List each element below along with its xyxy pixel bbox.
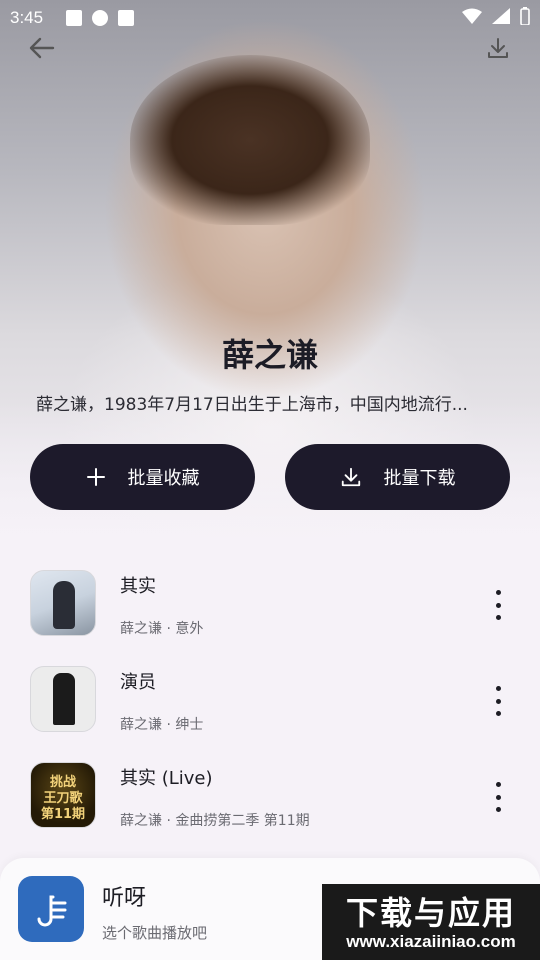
- plus-icon: [86, 468, 105, 486]
- watermark: 下载与应用 www.xiazaiiniao.com: [322, 884, 540, 960]
- song-item[interactable]: 挑战 王刀歌 第11期 其实 (Live) 薛之谦 · 金曲捞第二季 第11期: [0, 762, 540, 842]
- more-options-button[interactable]: [486, 590, 510, 620]
- player-subtitle: 选个歌曲播放吧: [102, 924, 208, 942]
- song-title: 其实 (Live): [120, 768, 213, 789]
- more-vert-icon: [495, 686, 501, 691]
- song-subtitle: 薛之谦 · 意外: [120, 621, 204, 637]
- signal-icon: [492, 8, 510, 24]
- music-note-icon: [37, 895, 67, 927]
- song-cover: [30, 570, 96, 636]
- download-icon: [488, 38, 508, 58]
- batch-favorite-label: 批量收藏: [127, 468, 200, 489]
- arrow-left-icon: [29, 37, 55, 59]
- watermark-line1: 下载与应用: [345, 894, 516, 932]
- more-options-button[interactable]: [486, 782, 510, 812]
- a-notification-icon: [118, 10, 134, 26]
- cover-text: 挑战 王刀歌 第11期: [40, 775, 86, 822]
- back-button[interactable]: [24, 30, 60, 66]
- artist-bio[interactable]: 薛之谦，1983年7月17日出生于上海市，中国内地流行...: [36, 390, 506, 415]
- song-subtitle: 薛之谦 · 金曲捞第二季 第11期: [120, 813, 310, 829]
- app-logo-icon: [18, 876, 84, 942]
- batch-download-button[interactable]: 批量下载: [285, 444, 510, 510]
- status-bar: 3:45: [0, 0, 540, 36]
- image-notification-icon: [66, 10, 82, 26]
- download-icon: [341, 467, 360, 487]
- player-title: 听呀: [102, 886, 147, 911]
- alert-notification-icon: [92, 10, 108, 26]
- wifi-icon: [462, 8, 482, 24]
- song-item[interactable]: 演员 薛之谦 · 绅士: [0, 666, 540, 746]
- song-subtitle: 薛之谦 · 绅士: [120, 717, 204, 733]
- status-time: 3:45: [10, 8, 44, 27]
- song-title: 演员: [120, 672, 156, 693]
- battery-icon: [520, 7, 530, 25]
- more-vert-icon: [495, 590, 501, 595]
- artist-name: 薛之谦: [221, 336, 318, 374]
- song-cover: 挑战 王刀歌 第11期: [30, 762, 96, 828]
- download-button[interactable]: [480, 30, 516, 66]
- more-vert-icon: [495, 782, 501, 787]
- artist-photo: [130, 55, 370, 225]
- song-cover: [30, 666, 96, 732]
- watermark-line2: www.xiazaiiniao.com: [346, 932, 516, 951]
- batch-download-label: 批量下载: [383, 468, 456, 489]
- song-title: 其实: [120, 576, 156, 597]
- song-item[interactable]: 其实 薛之谦 · 意外: [0, 570, 540, 650]
- batch-favorite-button[interactable]: 批量收藏: [30, 444, 255, 510]
- more-options-button[interactable]: [486, 686, 510, 716]
